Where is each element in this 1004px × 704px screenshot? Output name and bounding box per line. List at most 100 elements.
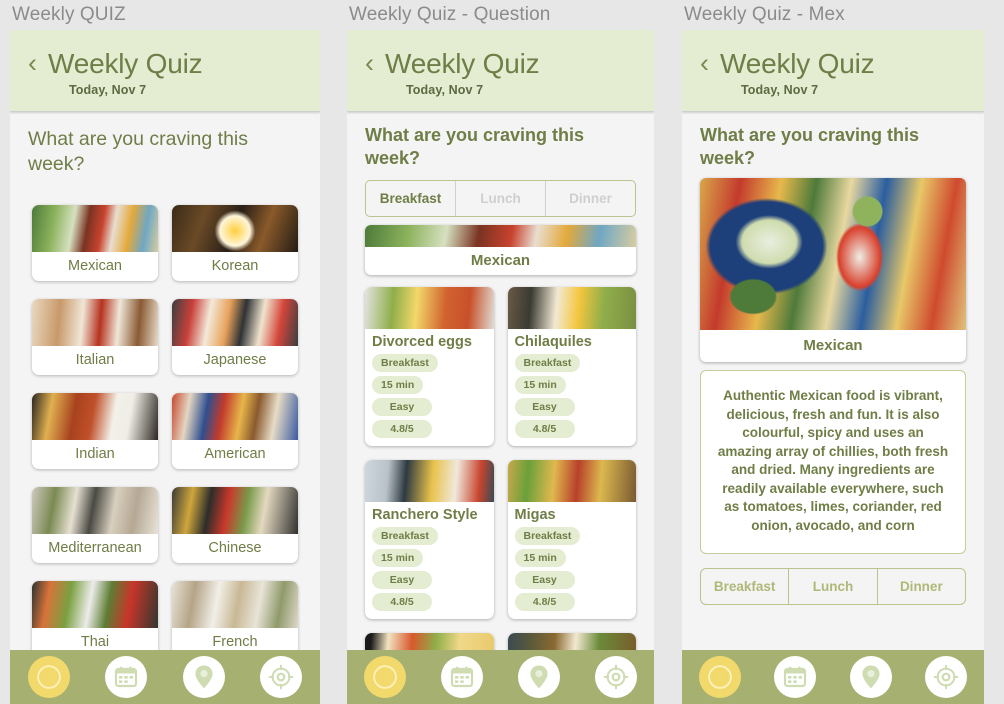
tag-time: 15 min xyxy=(514,549,566,567)
phone-frame-3: ‹ Weekly Quiz Today, Nov 7 What are you … xyxy=(682,30,984,704)
tag-meal: Breakfast xyxy=(372,354,438,372)
cuisine-card-korean[interactable]: Korean xyxy=(172,205,298,281)
phone-frame-2: ‹ Weekly Quiz Today, Nov 7 What are you … xyxy=(347,30,654,704)
nav-target-icon[interactable] xyxy=(594,656,637,698)
cuisine-label: Indian xyxy=(75,446,115,462)
cuisine-image xyxy=(172,205,298,252)
cuisine-card-thai[interactable]: Thai xyxy=(32,581,158,654)
tag-rating: 4.8/5 xyxy=(514,420,575,438)
app-header-1: ‹ Weekly Quiz Today, Nov 7 xyxy=(10,30,320,112)
cuisine-image xyxy=(172,487,298,534)
recipe-card[interactable]: Ranchero Style Breakfast 15 min Easy 4.8… xyxy=(365,460,494,619)
tag-difficulty: Easy xyxy=(514,398,575,416)
cuisine-card-american[interactable]: American xyxy=(172,393,298,469)
chevron-left-icon[interactable]: ‹ xyxy=(365,49,374,76)
header-title-3: Weekly Quiz xyxy=(720,48,875,79)
nav-calendar-icon[interactable] xyxy=(774,656,817,698)
tag-meal: Breakfast xyxy=(372,527,438,545)
question-text-2: What are you craving this week? xyxy=(365,125,585,168)
recipe-card[interactable]: Divorced eggs Breakfast 15 min Easy 4.8/… xyxy=(365,287,494,446)
cuisine-card-mexican[interactable]: Mexican xyxy=(32,205,158,281)
header-date-3: Today, Nov 7 xyxy=(741,83,819,97)
bottom-nav-3 xyxy=(682,650,984,704)
cuisine-description-card: Authentic Mexican food is vibrant, delic… xyxy=(700,370,966,554)
cuisine-image xyxy=(172,581,298,628)
recipe-tags: Breakfast 15 min Easy 4.8/5 xyxy=(365,527,494,619)
header-title-1: Weekly Quiz xyxy=(48,48,203,79)
nav-location-pin-icon[interactable] xyxy=(849,656,892,698)
cuisine-card-indian[interactable]: Indian xyxy=(32,393,158,469)
cuisine-label: Mediterranean xyxy=(48,540,142,556)
nav-lemon-slice-icon[interactable] xyxy=(364,656,407,698)
nav-location-pin-icon[interactable] xyxy=(517,656,560,698)
banner-label: Mexican xyxy=(470,252,531,269)
panel-1-body: What are you craving this week? Mexican … xyxy=(10,112,320,654)
cuisine-label: American xyxy=(204,446,266,462)
tag-difficulty: Easy xyxy=(372,571,432,589)
recipe-tags: Breakfast 15 min Easy 4.8/5 xyxy=(508,354,637,446)
recipe-card[interactable]: Migas Breakfast 15 min Easy 4.8/5 xyxy=(507,460,636,619)
tag-rating: 4.8/5 xyxy=(372,420,432,438)
detail-label: Mexican xyxy=(803,337,863,354)
cuisine-card-chinese[interactable]: Chinese xyxy=(172,487,298,563)
meal-tab-dinner[interactable]: Dinner xyxy=(546,181,635,216)
cuisine-image xyxy=(172,393,298,440)
cuisine-banner-mexican[interactable]: Mexican xyxy=(365,225,636,275)
recipe-grid: Divorced eggs Breakfast 15 min Easy 4.8/… xyxy=(347,275,654,654)
recipe-tags: Breakfast 15 min Easy 4.8/5 xyxy=(365,354,494,446)
phone-frame-1: ‹ Weekly Quiz Today, Nov 7 What are you … xyxy=(10,30,320,704)
meal-button-dinner[interactable]: Dinner xyxy=(878,569,965,604)
cuisine-card-french[interactable]: French xyxy=(172,581,298,654)
nav-lemon-slice-icon[interactable] xyxy=(27,656,70,698)
bottom-nav-2 xyxy=(347,650,654,704)
cuisine-image xyxy=(32,581,158,628)
chevron-left-icon[interactable]: ‹ xyxy=(700,49,709,76)
panel-2-title: Weekly Quiz - Question xyxy=(349,4,551,25)
tag-rating: 4.8/5 xyxy=(372,593,432,611)
nav-location-pin-icon[interactable] xyxy=(182,656,225,698)
tag-difficulty: Easy xyxy=(372,398,432,416)
recipe-image xyxy=(365,287,494,329)
meal-button-lunch[interactable]: Lunch xyxy=(789,569,878,604)
app-header-2: ‹ Weekly Quiz Today, Nov 7 xyxy=(347,30,654,112)
meal-segmented-control-bottom: Breakfast Lunch Dinner xyxy=(700,568,966,605)
panel-3-title: Weekly Quiz - Mex xyxy=(684,4,845,25)
recipe-title: Divorced eggs xyxy=(372,334,472,350)
nav-target-icon[interactable] xyxy=(925,656,968,698)
nav-calendar-icon[interactable] xyxy=(105,656,148,698)
cuisine-image xyxy=(172,299,298,346)
recipe-card[interactable]: Chilaquiles Breakfast 15 min Easy 4.8/5 xyxy=(507,287,637,446)
cuisine-description: Authentic Mexican food is vibrant, delic… xyxy=(717,388,949,533)
screenshot-stage: Weekly QUIZ ‹ Weekly Quiz Today, Nov 7 W… xyxy=(0,0,1004,704)
header-title-2: Weekly Quiz xyxy=(385,48,540,79)
panel-weekly-quiz-mexican: Weekly Quiz - Mex ‹ Weekly Quiz Today, N… xyxy=(682,0,984,704)
cuisine-card-japanese[interactable]: Japanese xyxy=(172,299,298,375)
cuisine-label: Mexican xyxy=(68,258,122,274)
recipe-title: Ranchero Style xyxy=(372,507,478,523)
tag-difficulty: Easy xyxy=(514,571,575,589)
question-text-1: What are you craving this week? xyxy=(28,128,249,175)
panel-2-body: What are you craving this week? Breakfas… xyxy=(347,112,654,654)
panel-3-body: What are you craving this week? Mexican … xyxy=(682,112,984,654)
cuisine-card-italian[interactable]: Italian xyxy=(32,299,158,375)
panel-1-title: Weekly QUIZ xyxy=(12,4,126,25)
header-date-1: Today, Nov 7 xyxy=(69,83,147,97)
bottom-nav-1 xyxy=(10,650,320,704)
meal-button-breakfast[interactable]: Breakfast xyxy=(701,569,790,604)
tag-meal: Breakfast xyxy=(514,354,581,372)
header-date-2: Today, Nov 7 xyxy=(406,83,484,97)
cuisine-card-mediterranean[interactable]: Mediterranean xyxy=(32,487,158,563)
cuisine-grid: Mexican Korean Italian Japanese Indian A… xyxy=(10,177,320,654)
nav-lemon-slice-icon[interactable] xyxy=(698,656,741,698)
meal-tab-breakfast[interactable]: Breakfast xyxy=(366,181,456,216)
nav-target-icon[interactable] xyxy=(260,656,303,698)
panel-weekly-quiz-question: Weekly Quiz - Question ‹ Weekly Quiz Tod… xyxy=(347,0,654,704)
app-header-3: ‹ Weekly Quiz Today, Nov 7 xyxy=(682,30,984,112)
nav-calendar-icon[interactable] xyxy=(441,656,484,698)
recipe-image xyxy=(507,460,636,502)
tag-time: 15 min xyxy=(514,376,566,394)
recipe-title: Migas xyxy=(514,507,556,523)
meal-tab-lunch[interactable]: Lunch xyxy=(456,181,546,216)
cuisine-detail-card[interactable]: Mexican xyxy=(700,178,966,362)
chevron-left-icon[interactable]: ‹ xyxy=(28,49,37,76)
